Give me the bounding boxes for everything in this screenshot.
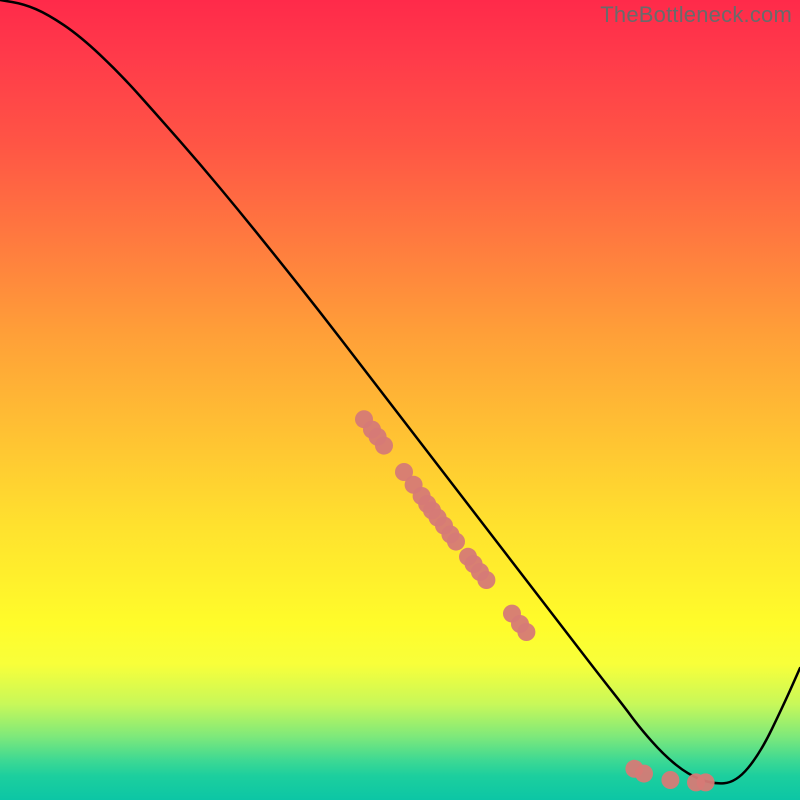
data-point xyxy=(635,765,653,783)
chart-svg xyxy=(0,0,800,800)
data-point xyxy=(375,437,393,455)
data-points-group xyxy=(355,410,715,791)
bottleneck-chart: TheBottleneck.com xyxy=(0,0,800,800)
bottleneck-curve-line xyxy=(0,0,800,783)
data-point xyxy=(447,533,465,551)
data-point xyxy=(477,571,495,589)
data-point xyxy=(697,773,715,791)
data-point xyxy=(661,771,679,789)
attribution-text: TheBottleneck.com xyxy=(600,2,792,28)
data-point xyxy=(517,623,535,641)
